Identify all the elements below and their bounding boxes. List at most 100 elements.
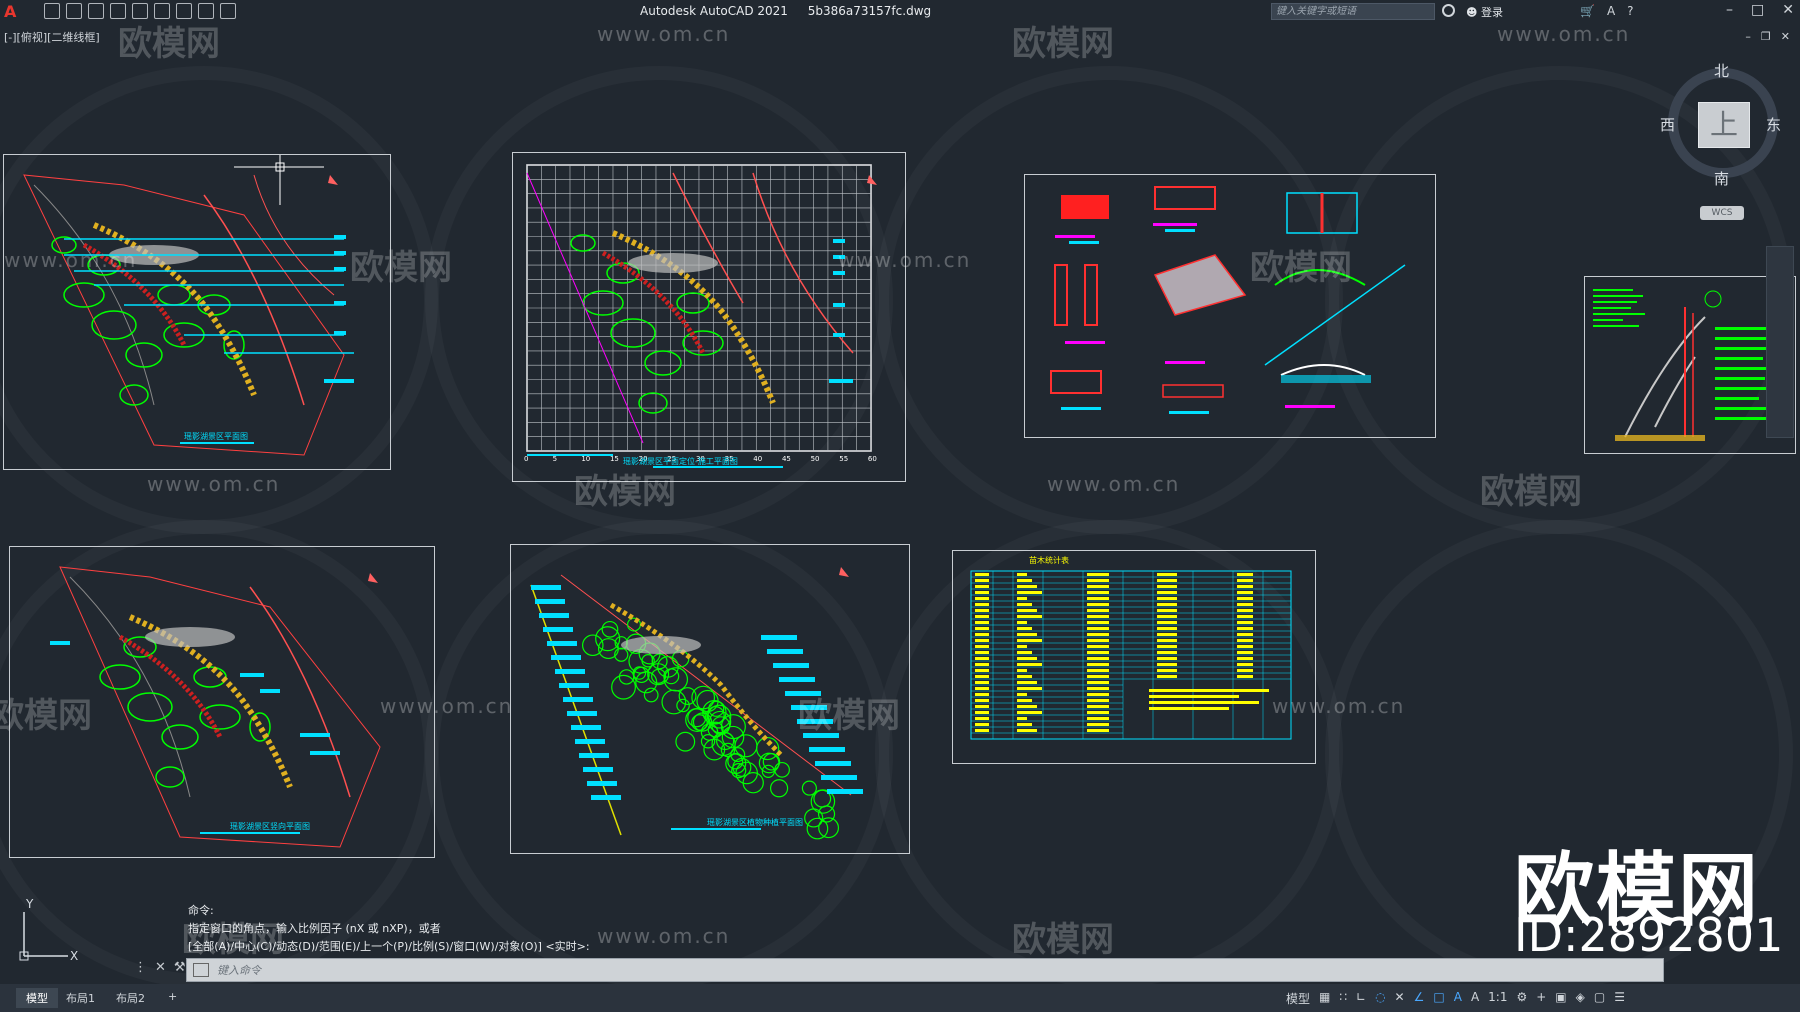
grid-tick-label: 55 (839, 455, 848, 463)
ortho-icon[interactable]: ∟ (1356, 990, 1366, 1007)
maximize-icon[interactable]: □ (1751, 2, 1764, 18)
isolate-objects-icon[interactable]: ▣ (1555, 990, 1566, 1007)
auto-scale-icon[interactable]: A (1471, 990, 1479, 1007)
watermark-url: www.om.cn (4, 248, 138, 272)
plant-statistics-table: 苗木统计表 (970, 555, 1292, 740)
minimize-icon[interactable]: – (1726, 2, 1733, 18)
login-label: 登录 (1480, 6, 1503, 19)
title-bar: A Autodesk AutoCAD 2021 5b386a73157fc.dw… (0, 0, 1800, 24)
watermark-url: www.om.cn (1497, 22, 1631, 46)
command-history-line: 指定窗口的角点，输入比例因子 (nX 或 nXP)，或者 (188, 922, 441, 935)
watermark-url: www.om.cn (1272, 694, 1406, 718)
watermark-url: www.om.cn (380, 694, 514, 718)
close-icon[interactable]: ✕ (1782, 2, 1794, 18)
ucs-icon: Y X (19, 898, 78, 962)
header-tools: 🛒 A ? (1580, 4, 1634, 18)
customization-menu-icon[interactable]: ☰ (1614, 990, 1625, 1007)
watermark-brand: 欧模网 (350, 248, 452, 288)
annotation-plus-icon[interactable]: + (1536, 990, 1546, 1007)
viewcube-west[interactable]: 西 (1660, 114, 1675, 135)
viewcube-north[interactable]: 北 (1714, 60, 1729, 81)
grid-tick-label: 0 (524, 455, 528, 463)
annotation-scale[interactable]: 1:1 (1488, 990, 1507, 1007)
model-space-button[interactable]: 模型 (1286, 990, 1310, 1007)
grid-tick-label: 50 (811, 455, 820, 463)
help-icon[interactable]: ? (1627, 4, 1633, 18)
command-line-buttons: ⋮ ✕ ⚒ (134, 960, 186, 975)
workspace-gear-icon[interactable]: ⚙ (1516, 990, 1527, 1007)
drawing-sheet-table[interactable]: 苗木统计表 (952, 550, 1316, 764)
open-file-icon[interactable] (66, 3, 82, 19)
watermark-url: www.om.cn (597, 22, 731, 46)
login-button[interactable]: ☻ 登录 (1466, 4, 1503, 20)
navigation-bar[interactable] (1766, 246, 1794, 438)
construction-details-drawing (1050, 186, 1406, 414)
drawing-sheet-grid-plan[interactable]: 0 5 10 15 20 25 30 35 40 45 50 55 60 瑶影湖景区平面定位-施工平面图 (512, 152, 906, 482)
viewcube-south[interactable]: 南 (1714, 168, 1729, 189)
wcs-menu[interactable]: WCS (1700, 206, 1744, 220)
svg-text:Y: Y (25, 898, 34, 911)
a360-icon[interactable]: A (1607, 4, 1615, 18)
command-history-line: [全部(A)/中心(C)/动态(D)/范围(E)/上一个(P)/比例(S)/窗口… (188, 940, 590, 953)
watermark-url: www.om.cn (838, 248, 972, 272)
polar-tracking-icon[interactable]: ◌ (1375, 990, 1385, 1007)
brand-id: ID:2892801 (1514, 908, 1784, 962)
svg-text:X: X (70, 949, 78, 962)
window-controls: – □ ✕ (1726, 2, 1794, 18)
drawing-close-icon[interactable]: ✕ (1781, 30, 1790, 43)
status-toggles: 模型 ▦ ∷ ∟ ◌ ✕ ∠ □ A A 1:1 ⚙ + ▣ ◈ ▢ ☰ (1286, 990, 1625, 1007)
drawing-minimize-icon[interactable]: – (1745, 30, 1751, 43)
tab-layout2[interactable]: 布局2 (106, 988, 155, 1008)
clean-screen-icon[interactable]: ▢ (1594, 990, 1605, 1007)
watermark-brand: 欧模网 (0, 696, 92, 736)
snap-icon[interactable]: ∷ (1339, 990, 1347, 1007)
grid-tick-label: 45 (782, 455, 791, 463)
status-bar: 模型 布局1 布局2 + 模型 ▦ ∷ ∟ ◌ ✕ ∠ □ A A 1:1 ⚙ … (0, 984, 1800, 1012)
object-snap-tracking-icon[interactable]: ∠ (1414, 990, 1425, 1007)
command-input[interactable]: 键入命令 (186, 958, 1664, 982)
command-prompt-icon[interactable] (193, 963, 209, 977)
drawing-restore-icon[interactable]: ❐ (1761, 30, 1771, 43)
watermark-brand: 欧模网 (798, 696, 900, 736)
search-input[interactable]: 键入关键字或短语 (1271, 3, 1435, 20)
watermark-brand: 欧模网 (574, 472, 676, 512)
save-icon[interactable] (88, 3, 104, 19)
command-grip-icon[interactable]: ⋮ (134, 960, 147, 975)
hardware-acceleration-icon[interactable]: ◈ (1576, 990, 1585, 1007)
isodraft-icon[interactable]: ✕ (1395, 990, 1405, 1007)
watermark-brand: 欧模网 (1480, 472, 1582, 512)
sheet-title: 瑶影湖景区植物种植平面图 (707, 817, 803, 827)
viewcube-east[interactable]: 东 (1766, 114, 1781, 135)
grid-tick-label: 5 (553, 455, 557, 463)
cart-icon[interactable]: 🛒 (1580, 4, 1595, 18)
sheet-title: 瑶影湖景区平面图 (184, 431, 248, 441)
drawing-sheet-plan[interactable]: 瑶影湖景区平面图 (3, 115, 391, 470)
watermark-brand: 欧模网 (118, 24, 220, 64)
grid-icon[interactable]: ▦ (1319, 990, 1330, 1007)
watermark-url: www.om.cn (1047, 472, 1181, 496)
grid-tick-label: 60 (868, 455, 877, 463)
add-layout-button[interactable]: + (158, 988, 187, 1005)
command-customize-icon[interactable]: ⚒ (174, 960, 186, 975)
redo-icon[interactable] (220, 3, 236, 19)
new-file-icon[interactable] (44, 3, 60, 19)
window-title: Autodesk AutoCAD 2021 5b386a73157fc.dwg (640, 4, 947, 18)
notes-elevation-drawing (1593, 289, 1777, 441)
watermark-brand: 欧模网 (1012, 920, 1114, 960)
file-name: 5b386a73157fc.dwg (807, 4, 932, 18)
object-snap-icon[interactable]: □ (1433, 990, 1444, 1007)
grid-tick-label: 40 (753, 455, 762, 463)
site-plan-drawing: 瑶影湖景区平面图 (23, 115, 354, 456)
drawing-sheet-notes[interactable] (1584, 276, 1796, 454)
viewcube-top-face[interactable]: 上 (1698, 102, 1750, 148)
watermark-brand: 欧模网 (1250, 248, 1352, 288)
viewport-controls[interactable]: [-][俯视][二维线框] (4, 29, 100, 45)
drawing-sheet-details[interactable] (1024, 174, 1436, 438)
watermark-url: www.om.cn (597, 924, 731, 948)
tab-model[interactable]: 模型 (16, 988, 58, 1008)
command-close-icon[interactable]: ✕ (155, 960, 166, 975)
tab-layout1[interactable]: 布局1 (56, 988, 105, 1008)
search-icon[interactable] (1442, 4, 1455, 17)
autocad-logo-icon[interactable]: A (4, 2, 22, 21)
annotation-visibility-icon[interactable]: A (1454, 990, 1462, 1007)
